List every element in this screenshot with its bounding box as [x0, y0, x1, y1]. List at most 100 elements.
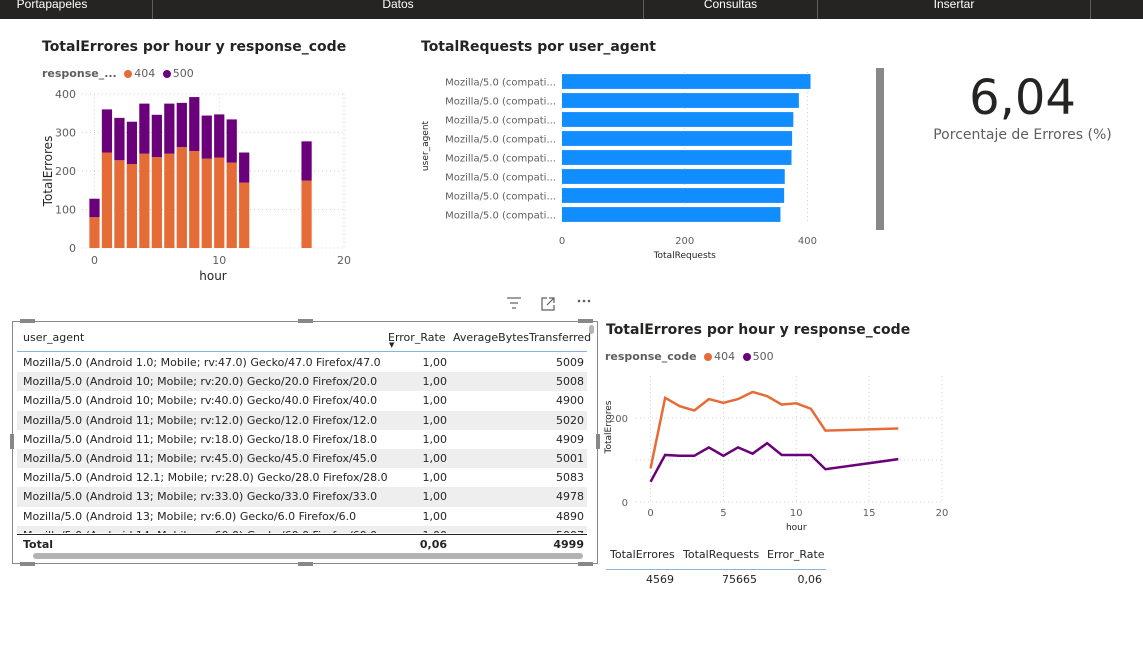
bar-404	[89, 217, 100, 248]
x-tick-label: 15	[863, 508, 876, 519]
table-row[interactable]: Mozilla/5.0 (Android 1.0; Mobile; rv:47.…	[17, 353, 587, 372]
cell-error-rate: 1,00	[422, 471, 448, 485]
bar-user-agent	[562, 188, 785, 203]
bar-404	[151, 157, 162, 248]
summary-error-rate: 0,06	[797, 573, 823, 586]
summary-errors: 4569	[646, 573, 674, 586]
kpi-label: Porcentaje de Errores (%)	[933, 127, 1112, 143]
cell-error-rate: 1,00	[422, 375, 448, 389]
header-user-agent[interactable]: user_agent	[23, 331, 84, 344]
bar-404	[101, 152, 113, 248]
cell-user-agent: Mozilla/5.0 (Android 13; Mobile; rv:6.0)…	[23, 509, 357, 523]
resize-handle[interactable]	[298, 319, 313, 323]
summary-header-errors[interactable]: TotalErrores	[610, 548, 675, 561]
chart1-legend-404[interactable]: 404	[134, 67, 155, 80]
ribbon-group-clipboard[interactable]: Portapapeles	[0, 0, 104, 15]
chart3-legend-404[interactable]: 404	[714, 350, 735, 363]
y-tick-label: Mozilla/5.0 (compati...	[445, 97, 556, 108]
chart1-title: TotalErrores por hour y response_code	[42, 39, 347, 55]
cell-user-agent: Mozilla/5.0 (Android 1.0; Mobile; rv:47.…	[23, 356, 381, 369]
ribbon-bar: Portapapeles Datos Consultas Insertar	[0, 0, 1143, 19]
chart1-stacked-column[interactable]: 0 100 200 300 400 0 10 20 hour TotalErrores	[40, 84, 360, 284]
bar-500	[226, 119, 237, 163]
resize-handle[interactable]	[20, 319, 35, 323]
summary-divider	[606, 569, 826, 570]
x-tick-label: 10	[790, 508, 803, 519]
kpi-value: 6,04	[969, 70, 1076, 126]
bar-404	[226, 162, 237, 248]
focus-mode-glyph	[541, 297, 555, 311]
cell-user-agent: Mozilla/5.0 (Android 10; Mobile; rv:40.0…	[23, 394, 378, 408]
more-options-icon[interactable]	[576, 293, 592, 311]
chart1-legend: response_... 404 500	[42, 67, 194, 80]
bar-user-agent	[562, 150, 792, 165]
bar-404	[114, 160, 125, 248]
bar-500	[176, 102, 187, 148]
bar-user-agent	[562, 207, 781, 222]
table-row[interactable]: Mozilla/5.0 (Android 13; Mobile; rv:33.0…	[17, 487, 587, 507]
ribbon-group-data[interactable]: Datos	[153, 0, 643, 15]
filter-icon[interactable]	[506, 296, 522, 314]
ribbon-group-insert[interactable]: Insertar	[818, 0, 1090, 15]
bar-404	[176, 147, 187, 248]
chart3-legend-500[interactable]: 500	[753, 350, 774, 363]
x-tick-label: 5	[720, 508, 726, 519]
bar-404	[301, 180, 312, 248]
chart3-legend: response_code 404 500	[605, 350, 774, 363]
total-label: Total	[23, 538, 54, 551]
line-500	[649, 441, 899, 483]
cell-user-agent: Mozilla/5.0 (Android 14; Mobile; rv:60.0…	[23, 526, 377, 533]
chart2-title: TotalRequests por user_agent	[421, 39, 656, 55]
chart1-legend-500[interactable]: 500	[173, 67, 194, 80]
table-row[interactable]: Mozilla/5.0 (Android 12.1; Mobile; rv:28…	[17, 468, 587, 487]
bar-500	[164, 103, 175, 154]
horizontal-scrollbar[interactable]	[33, 553, 583, 559]
table-row[interactable]: Mozilla/5.0 (Android 11; Mobile; rv:45.0…	[17, 448, 587, 469]
bar-500	[126, 121, 138, 165]
sort-desc-icon: ▼	[389, 341, 395, 349]
filter-icon-glyph	[507, 297, 521, 309]
table-row[interactable]: Mozilla/5.0 (Android 14; Mobile; rv:60.0…	[17, 525, 587, 533]
focus-mode-icon[interactable]	[540, 296, 557, 316]
table-visual[interactable]: user_agent Error_Rate ▼ AverageBytesTran…	[12, 321, 598, 564]
cell-user-agent: Mozilla/5.0 (Android 11; Mobile; rv:12.0…	[23, 413, 378, 427]
header-error-rate[interactable]: Error_Rate	[388, 331, 446, 344]
table-body: Mozilla/5.0 (Android 1.0; Mobile; rv:47.…	[17, 353, 587, 533]
x-tick-label: 0	[647, 508, 653, 519]
resize-handle[interactable]	[20, 562, 35, 566]
bar-user-agent	[562, 93, 799, 108]
summary-values: 4569 75665 0,06	[606, 573, 826, 589]
bar-user-agent	[562, 131, 793, 146]
resize-handle[interactable]	[578, 562, 593, 566]
bar-500	[114, 117, 125, 161]
x-tick-label: 10	[212, 254, 226, 267]
table-row[interactable]: Mozilla/5.0 (Android 13; Mobile; rv:6.0)…	[17, 507, 587, 526]
legend-dot-500	[162, 70, 171, 78]
bar-404	[201, 158, 212, 248]
table-row[interactable]: Mozilla/5.0 (Android 10; Mobile; rv:40.0…	[17, 391, 587, 410]
resize-handle[interactable]	[10, 434, 14, 449]
cell-avg-bytes: 5020	[556, 413, 584, 427]
resize-handle[interactable]	[298, 562, 313, 566]
table-row[interactable]: Mozilla/5.0 (Android 11; Mobile; rv:12.0…	[17, 410, 587, 430]
bar-500	[201, 115, 212, 159]
table-row[interactable]: Mozilla/5.0 (Android 10; Mobile; rv:20.0…	[17, 372, 587, 392]
bar-404	[139, 153, 150, 248]
x-tick-label: 20	[337, 254, 351, 267]
resize-handle[interactable]	[578, 319, 593, 323]
summary-header-requests[interactable]: TotalRequests	[683, 548, 759, 561]
scroll-indicator[interactable]	[876, 68, 884, 230]
legend-dot-500	[742, 353, 751, 361]
ribbon-separator	[1090, 0, 1091, 19]
more-options-glyph	[577, 299, 591, 303]
chart2-horizontal-bar[interactable]: 0 200 400 Mozilla/5.0 (compati... Mozilla/5.…	[415, 66, 845, 266]
ribbon-group-queries[interactable]: Consultas	[644, 0, 817, 15]
cell-avg-bytes: 4909	[556, 432, 584, 446]
header-avg-bytes[interactable]: AverageBytesTransferred	[453, 331, 591, 344]
vertical-scrollbar[interactable]	[589, 325, 594, 334]
chart3-line-chart[interactable]: 02000 5 10 15 20hourTotalErrores	[600, 372, 948, 537]
bar-user-agent	[562, 74, 811, 89]
cell-error-rate: 1,00	[422, 451, 448, 465]
summary-header-error-rate[interactable]: Error_Rate	[767, 548, 825, 561]
table-row[interactable]: Mozilla/5.0 (Android 11; Mobile; rv:18.0…	[17, 430, 587, 449]
